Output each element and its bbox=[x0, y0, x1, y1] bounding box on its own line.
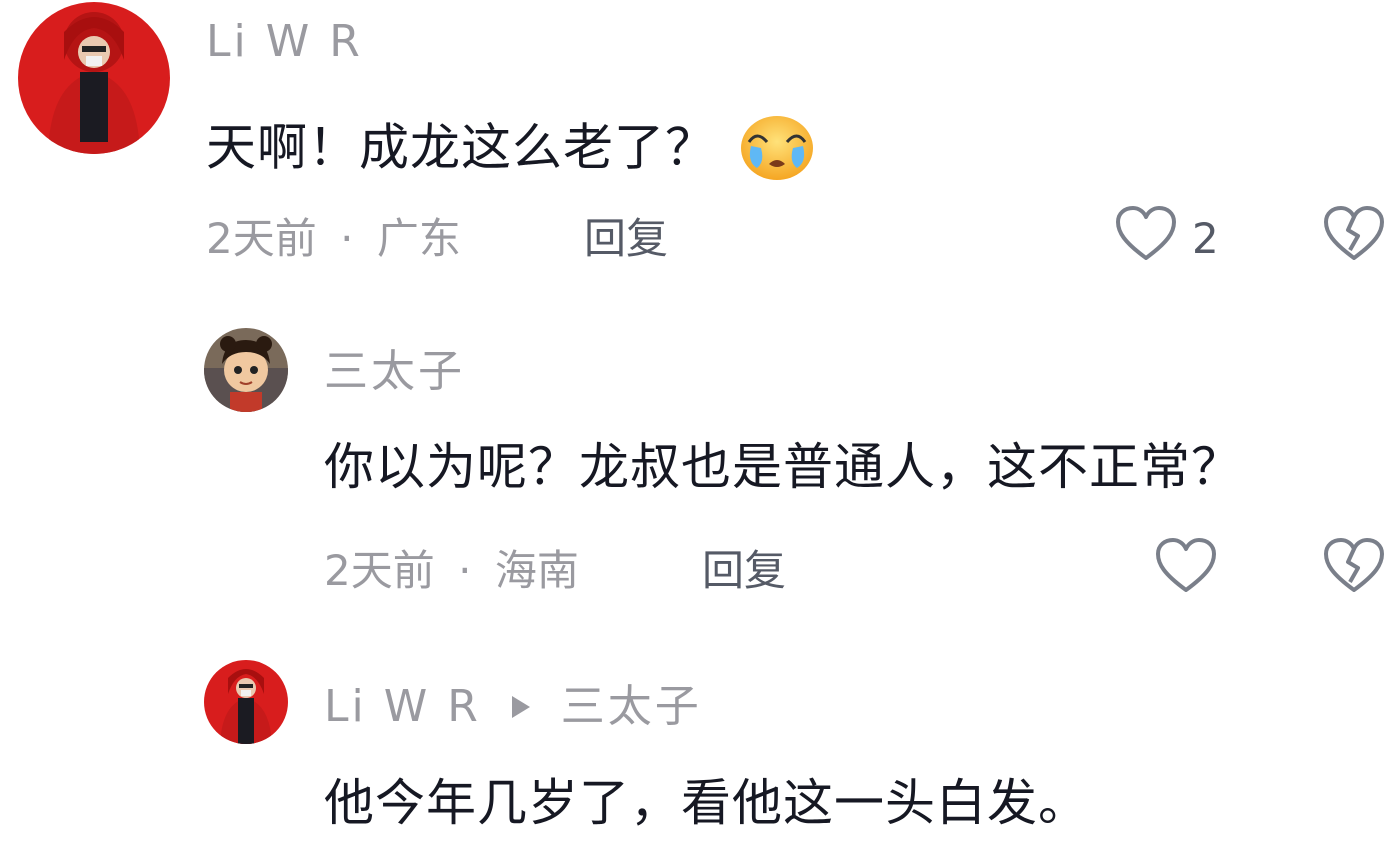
comment-body: 天啊！成龙这么老了？ bbox=[206, 118, 716, 177]
username[interactable]: Li W R bbox=[324, 681, 481, 732]
comment-meta: 2天前 · 海南 bbox=[324, 550, 579, 592]
location: 海南 bbox=[494, 546, 579, 595]
heart-outline-icon[interactable] bbox=[1154, 536, 1218, 600]
meta-separator: · bbox=[458, 546, 472, 595]
timestamp: 2天前 bbox=[324, 546, 435, 595]
comment-text: 你以为呢？龙叔也是普通人，这不正常？ bbox=[324, 438, 1242, 496]
broken-heart-icon[interactable] bbox=[1322, 536, 1386, 600]
comment-text: 天啊！成龙这么老了？ bbox=[206, 112, 815, 190]
broken-heart-icon[interactable] bbox=[1322, 204, 1386, 268]
avatar[interactable] bbox=[204, 660, 288, 744]
like-count: 2 bbox=[1192, 214, 1219, 263]
play-arrow-icon bbox=[510, 684, 532, 728]
username[interactable]: Li W R bbox=[206, 20, 363, 64]
location: 广东 bbox=[376, 214, 461, 263]
reply-to-username[interactable]: 三太子 bbox=[561, 681, 702, 732]
reply-button[interactable]: 回复 bbox=[584, 218, 668, 260]
avatar[interactable] bbox=[18, 2, 170, 154]
comment-meta: 2天前 · 广东 bbox=[206, 218, 461, 260]
timestamp: 2天前 bbox=[206, 214, 317, 263]
crying-face-emoji bbox=[739, 112, 815, 190]
comment-text: 他今年几岁了，看他这一头白发。 bbox=[324, 774, 1089, 832]
avatar[interactable] bbox=[204, 328, 288, 412]
meta-separator: · bbox=[340, 214, 354, 263]
username[interactable]: 三太子 bbox=[324, 350, 465, 394]
heart-outline-icon[interactable] bbox=[1114, 204, 1178, 268]
reply-header: Li W R 三太子 bbox=[324, 684, 702, 734]
reply-button[interactable]: 回复 bbox=[702, 550, 786, 592]
